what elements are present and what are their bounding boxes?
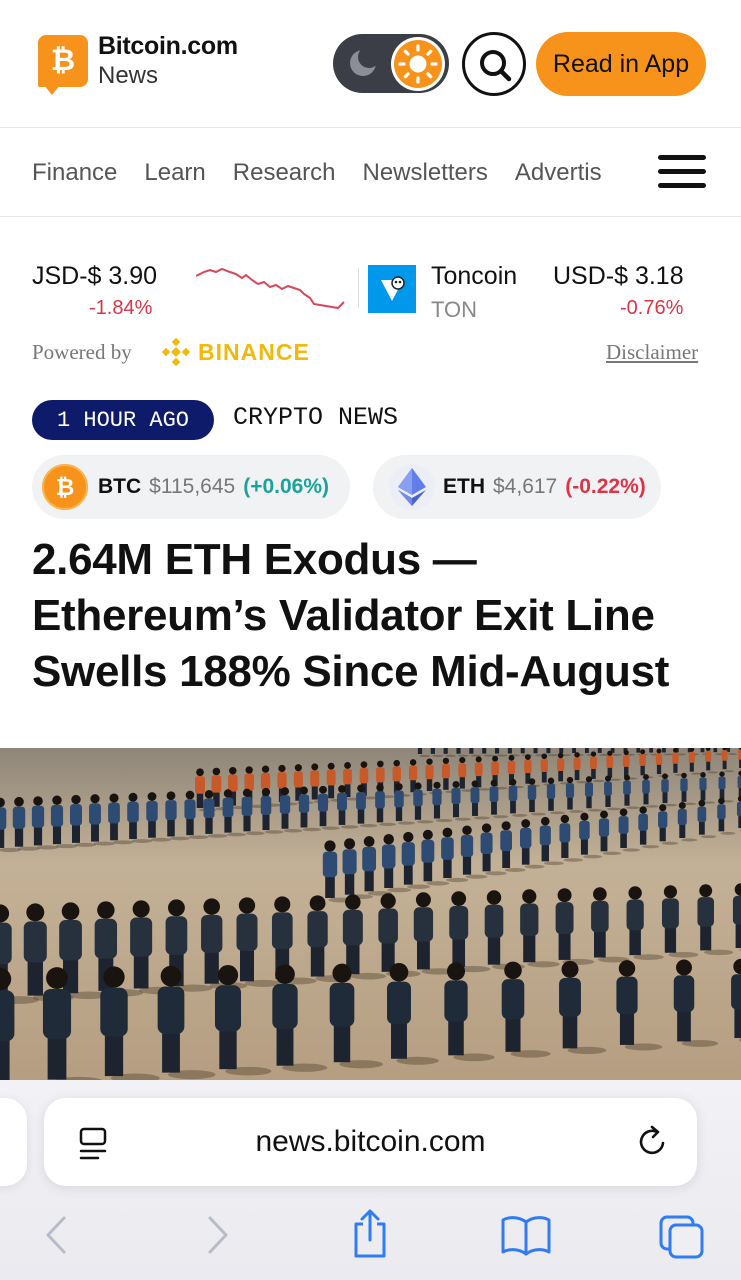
url-text: news.bitcoin.com bbox=[255, 1125, 486, 1158]
binance-icon bbox=[161, 337, 191, 367]
site-header: ₿ Bitcoin.com News Read in App bbox=[0, 0, 741, 128]
coin-change: (-0.22%) bbox=[565, 475, 646, 498]
menu-icon[interactable] bbox=[658, 155, 706, 189]
nav-item-learn[interactable]: Learn bbox=[144, 159, 205, 187]
tabs-icon[interactable] bbox=[658, 1214, 706, 1260]
ticker-price-ton: USD-$ 3.18 bbox=[553, 262, 684, 290]
article-headline: 2.64M ETH Exodus — Ethereum’s Validator … bbox=[32, 535, 670, 696]
powered-by-label: Powered by bbox=[32, 340, 132, 364]
nav-item-advertise[interactable]: Advertis bbox=[515, 159, 602, 187]
bitcoin-logo-icon: ₿ bbox=[38, 35, 88, 95]
ticker-price: JSD-$ 3.90 bbox=[32, 262, 158, 290]
ticker-change: -1.84% bbox=[89, 297, 153, 319]
toncoin-icon bbox=[368, 265, 416, 313]
coin-price: $115,645 bbox=[149, 475, 236, 498]
category-link[interactable]: CRYPTO NEWS bbox=[233, 403, 398, 432]
binance-logo[interactable]: BINANCE bbox=[160, 336, 310, 368]
ticker-coin-symbol: TON bbox=[431, 297, 478, 322]
ticker-change-ton: -0.76% bbox=[620, 297, 684, 319]
coin-pill-btc[interactable]: ₿ BTC $115,645 (+0.06%) bbox=[32, 455, 350, 519]
ticker-coin-name: Toncoin bbox=[431, 262, 518, 290]
previous-tab[interactable] bbox=[0, 1098, 27, 1186]
sun-icon[interactable] bbox=[391, 37, 445, 91]
article-hero-image[interactable] bbox=[0, 748, 741, 1084]
coin-change: (+0.06%) bbox=[243, 475, 329, 498]
forward-icon[interactable] bbox=[200, 1212, 234, 1258]
moon-icon bbox=[350, 47, 379, 76]
back-icon[interactable] bbox=[40, 1212, 74, 1258]
read-in-app-button[interactable]: Read in App bbox=[536, 32, 706, 96]
svg-text:₿: ₿ bbox=[56, 475, 75, 501]
time-ago-badge: 1 HOUR AGO bbox=[32, 400, 214, 440]
coin-price: $4,617 bbox=[493, 475, 558, 498]
address-bar[interactable]: news.bitcoin.com bbox=[44, 1098, 697, 1186]
search-icon bbox=[480, 50, 512, 82]
ethereum-icon bbox=[389, 464, 435, 510]
bitcoin-icon: ₿ bbox=[42, 464, 88, 510]
site-logo[interactable]: ₿ Bitcoin.com News bbox=[38, 32, 238, 95]
nav-item-newsletters[interactable]: Newsletters bbox=[363, 159, 488, 187]
search-button[interactable] bbox=[462, 32, 526, 96]
reload-icon[interactable] bbox=[636, 1124, 670, 1160]
logo-name: Bitcoin.com bbox=[98, 32, 238, 60]
disclaimer-link[interactable]: Disclaimer bbox=[606, 340, 698, 365]
nav-item-research[interactable]: Research bbox=[233, 159, 336, 187]
main-nav: Finance Learn Research Newsletters Adver… bbox=[0, 129, 741, 217]
sparkline-chart bbox=[196, 267, 345, 310]
nav-item-finance[interactable]: Finance bbox=[32, 159, 117, 187]
coin-pill-eth[interactable]: ETH $4,617 (-0.22%) bbox=[373, 455, 661, 519]
bookmarks-icon[interactable] bbox=[500, 1214, 552, 1258]
coin-symbol: BTC bbox=[98, 475, 142, 498]
logo-subtitle: News bbox=[98, 62, 159, 89]
share-icon[interactable] bbox=[350, 1208, 390, 1260]
ticker-divider bbox=[358, 268, 359, 308]
coin-symbol: ETH bbox=[443, 475, 485, 498]
binance-name: BINANCE bbox=[198, 338, 310, 365]
